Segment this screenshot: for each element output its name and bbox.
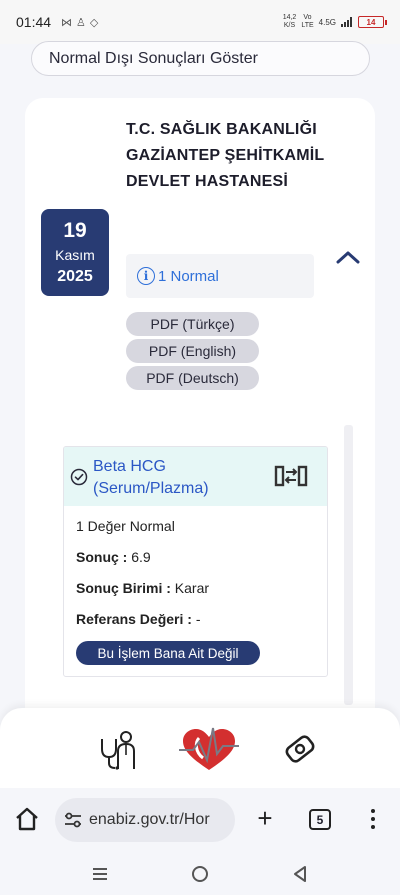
address-bar[interactable]: enabiz.gov.tr/Hor [55,798,235,842]
chevron-up-icon [336,251,360,264]
check-circle-icon [70,468,88,486]
recent-apps-icon [93,868,107,880]
volte-indicator: Vo LTE [301,14,314,29]
recent-apps-button[interactable] [88,862,112,886]
snapchat-notification-icon: ♙ [76,16,86,29]
test-result-card: Beta HCG (Serum/Plazma) 1 Değer Normal S… [63,446,328,677]
heart-logo-icon [179,727,239,770]
bottom-app-nav [0,708,400,788]
tab-switcher-button[interactable]: 5 [309,809,331,830]
pdf-german-button[interactable]: PDF (Deutsch) [126,366,259,390]
site-settings-icon[interactable] [63,810,83,830]
location-notification-icon: ◇ [89,16,99,29]
scrollbar[interactable] [344,425,353,705]
status-bar: 01:44 ⋈ ♙ ◇ 14,2 K/S Vo LTE 4.5G 14 [0,0,400,44]
date-badge: 19 Kasım 2025 [41,209,109,296]
nav-capsule[interactable] [280,724,320,774]
battery-icon: 14 [358,16,387,28]
result-unit-row: Sonuç Birimi : Karar [76,580,210,596]
doctor-icon [101,731,135,770]
browser-menu-button[interactable] [363,804,383,834]
hospital-name: T.C. SAĞLIK BAKANLIĞI GAZİANTEP ŞEHİTKAM… [126,121,325,190]
compare-arrows-icon[interactable] [274,463,308,489]
pdf-turkish-button[interactable]: PDF (Türkçe) [126,312,259,336]
back-triangle-icon [294,866,306,882]
gmail-notification-icon: ⋈ [61,16,73,29]
date-year: 2025 [57,268,93,285]
capsule-icon [285,735,315,763]
network-speed: 14,2 K/S [282,14,297,29]
not-mine-button[interactable]: Bu İşlem Bana Ait Değil [76,641,260,665]
date-day: 19 [63,219,87,242]
status-time: 01:44 [16,14,52,30]
home-icon[interactable] [12,804,42,834]
system-nav-bar [0,854,400,895]
url-text: enabiz.gov.tr/Hor [89,811,210,828]
reference-value-row: Referans Değeri : - [76,611,201,627]
signal-icon [341,17,353,27]
date-month: Kasım [55,247,95,263]
nav-home-logo[interactable] [176,724,242,774]
home-circle-icon [192,866,208,882]
pdf-english-button[interactable]: PDF (English) [126,339,259,363]
test-status-line: 1 Değer Normal [76,518,175,534]
back-button[interactable] [288,862,312,886]
test-title: Beta HCG (Serum/Plazma) [93,458,209,497]
normal-summary: i 1 Normal [126,254,314,298]
home-system-button[interactable] [188,862,212,886]
collapse-toggle[interactable] [333,244,363,270]
filter-label: Normal Dışı Sonuçları Göster [49,49,258,67]
browser-toolbar: enabiz.gov.tr/Hor + 5 [0,788,400,854]
info-icon: i [137,267,155,285]
nav-doctor[interactable] [95,724,143,774]
test-header: Beta HCG (Serum/Plazma) [64,447,327,506]
result-value-row: Sonuç : 6.9 [76,549,151,565]
new-tab-button[interactable]: + [250,804,280,834]
abnormal-results-filter-button[interactable]: Normal Dışı Sonuçları Göster [31,41,370,76]
normal-summary-text: 1 Normal [158,267,219,285]
network-type: 4.5G [318,17,336,27]
